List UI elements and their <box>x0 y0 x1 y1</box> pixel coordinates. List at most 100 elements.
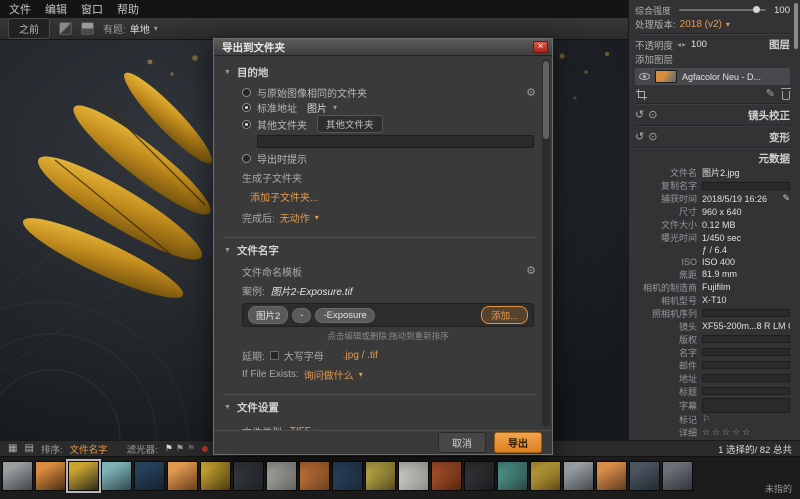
panel-scrollbar[interactable] <box>794 3 798 49</box>
filmstrip-thumbnail[interactable] <box>134 461 165 491</box>
filmstrip-thumbnail[interactable] <box>497 461 528 491</box>
filmstrip-thumbnail[interactable] <box>662 461 693 491</box>
close-icon[interactable]: × <box>533 41 548 53</box>
gear-icon[interactable]: ⚙ <box>526 264 536 277</box>
divider <box>635 33 790 35</box>
reset-icon[interactable]: ↺ <box>635 132 644 143</box>
destination-section-header[interactable]: ▼ 目的地 <box>222 60 538 84</box>
file-settings-section-header[interactable]: ▼ 文件设置 <box>222 394 538 419</box>
crop-icon[interactable] <box>635 88 647 100</box>
pencil-icon[interactable]: ✎ <box>766 89 775 100</box>
amount-slider[interactable] <box>679 9 766 11</box>
menu-item[interactable]: 帮助 <box>110 0 146 19</box>
trash-icon[interactable] <box>782 91 790 100</box>
metadata-input[interactable] <box>702 348 790 356</box>
metadata-input[interactable] <box>702 182 790 190</box>
brush-icon[interactable] <box>59 22 72 35</box>
layer-item[interactable]: Agfacolor Neu - D... <box>635 68 790 85</box>
filmstrip-thumbnail[interactable] <box>398 461 429 491</box>
scrollbar-thumb[interactable] <box>543 61 549 139</box>
target-icon[interactable]: ⊙ <box>648 132 657 143</box>
lens-correction-row[interactable]: ↺ ⊙ 镜头校正 <box>635 107 790 123</box>
filmstrip-thumbnail[interactable] <box>35 461 66 491</box>
pencil-icon[interactable]: ✎ <box>782 193 790 204</box>
file-type-value[interactable]: TIFF <box>290 426 311 430</box>
red-dot-filter[interactable] <box>202 446 208 452</box>
sort-value[interactable]: 文件名字 <box>70 442 108 456</box>
filmstrip-thumbnail[interactable] <box>233 461 264 491</box>
loupe-view-icon[interactable]: ▤ <box>24 443 33 454</box>
filmstrip-thumbnail[interactable] <box>431 461 462 491</box>
flag-filter-icon[interactable]: ⚑ <box>187 443 195 454</box>
menu-item[interactable]: 窗口 <box>74 0 110 19</box>
add-layer-row[interactable]: 添加图层 <box>635 52 790 66</box>
filmstrip-thumbnail[interactable] <box>596 461 627 491</box>
naming-section-header[interactable]: ▼ 文件名字 <box>222 237 538 262</box>
extension-value[interactable]: .jpg / .tif <box>343 350 378 361</box>
if-exists-value[interactable]: 询问做什么 <box>304 367 354 382</box>
dialog-scrollbar[interactable] <box>542 59 550 427</box>
section-title: 文件名字 <box>237 243 279 258</box>
cancel-button[interactable]: 取消 <box>438 432 486 453</box>
before-button[interactable]: 之前 <box>8 18 50 39</box>
chevron-down-icon: ▾ <box>726 20 730 29</box>
filmstrip-thumbnail[interactable] <box>299 461 330 491</box>
filmstrip-thumbnail[interactable] <box>101 461 132 491</box>
metadata-input[interactable] <box>702 361 790 369</box>
filmstrip-thumbnail[interactable] <box>200 461 231 491</box>
filmstrip-thumbnail[interactable] <box>68 461 99 491</box>
filename-token-chip[interactable]: - <box>292 308 311 323</box>
filmstrip-thumbnail[interactable] <box>464 461 495 491</box>
filmstrip-thumbnail[interactable] <box>629 461 660 491</box>
stepper-icon[interactable]: ◂▸ <box>677 40 687 49</box>
flag-filter-icon[interactable]: ⚑ <box>176 443 184 454</box>
metadata-input[interactable] <box>702 335 790 343</box>
gear-icon[interactable]: ⚙ <box>526 86 536 99</box>
filmstrip-thumbnail[interactable] <box>530 461 561 491</box>
filmstrip-thumbnail[interactable] <box>365 461 396 491</box>
folder-path-input[interactable] <box>257 135 534 148</box>
metadata-input[interactable] <box>702 309 790 317</box>
dest-option-other-folder[interactable]: 其他文件夹 其他文件夹 <box>242 115 534 133</box>
standard-location-value[interactable]: 图片 <box>307 100 327 115</box>
filmstrip-thumbnail[interactable] <box>167 461 198 491</box>
add-subfolder-link[interactable]: 添加子文件夹... <box>250 189 318 204</box>
dialog-titlebar[interactable]: 导出到文件夹 × <box>214 39 552 56</box>
metadata-value: 1/450 sec <box>702 233 790 243</box>
after-export-value[interactable]: 无动作 <box>280 210 310 225</box>
flag-icon[interactable]: ⚐ <box>702 414 710 425</box>
filmstrip-thumbnail[interactable] <box>332 461 363 491</box>
metadata-row: 复制名字 <box>635 179 790 192</box>
menu-item[interactable]: 文件 <box>2 0 38 19</box>
flag-filter-icon[interactable]: ⚑ <box>165 443 173 454</box>
reset-icon[interactable]: ↺ <box>635 110 644 121</box>
add-token-button[interactable]: 添加... <box>481 306 528 324</box>
grid-view-icon[interactable]: ▦ <box>8 443 17 454</box>
export-button[interactable]: 导出 <box>494 432 542 453</box>
metadata-textarea[interactable] <box>702 398 790 413</box>
filmstrip-thumbnail[interactable] <box>563 461 594 491</box>
menu-item[interactable]: 编辑 <box>38 0 74 19</box>
metadata-header-row[interactable]: 元数据 <box>635 151 790 166</box>
uppercase-checkbox[interactable] <box>270 351 279 360</box>
choose-folder-button[interactable]: 其他文件夹 <box>317 115 383 133</box>
dest-option-same-folder[interactable]: 与原始图像相同的文件夹 <box>242 85 534 100</box>
layout-select[interactable]: 有题: 单地 ▾ <box>103 21 158 36</box>
filmstrip-thumbnail[interactable] <box>266 461 297 491</box>
visibility-eye-icon[interactable] <box>639 73 650 80</box>
slider-knob[interactable] <box>753 6 760 13</box>
filename-token-chip[interactable]: 图片2 <box>248 306 288 324</box>
filename-token-chip[interactable]: -Exposure <box>315 308 374 323</box>
transform-row[interactable]: ↺ ⊙ 变形 <box>635 129 790 145</box>
after-export-row: 完成后: 无动作 ▾ <box>242 210 534 225</box>
rating-stars-icon[interactable]: ☆☆☆☆☆ <box>702 427 752 438</box>
metadata-input[interactable] <box>702 387 790 395</box>
gradient-icon[interactable] <box>81 22 94 35</box>
target-icon[interactable]: ⊙ <box>648 110 657 121</box>
process-version-row[interactable]: 处理版本: 2018 (v2) ▾ <box>635 17 790 31</box>
filter-amount-row: 综合强度 100 <box>635 3 790 17</box>
dest-option-standard-location[interactable]: 标准地址 图片 ▾ <box>242 100 534 115</box>
filmstrip-thumbnail[interactable] <box>2 461 33 491</box>
metadata-input[interactable] <box>702 374 790 382</box>
dest-option-prompt[interactable]: 导出时提示 <box>242 151 534 166</box>
